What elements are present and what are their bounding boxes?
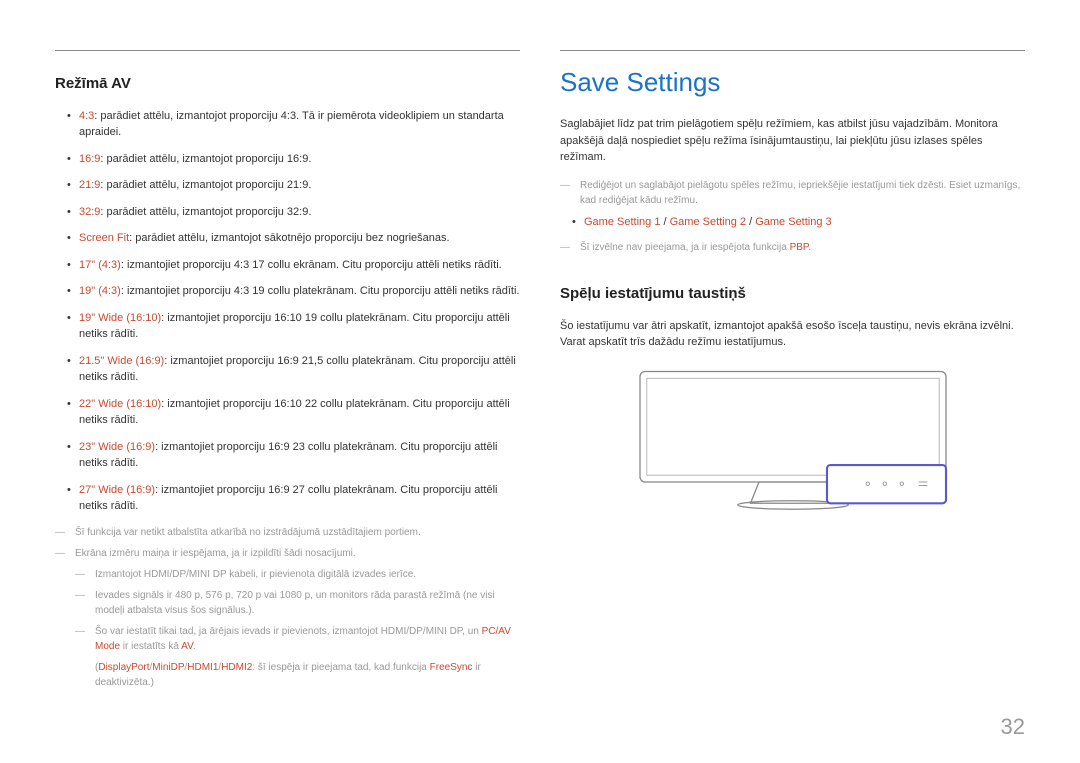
list-item: Game Setting 1 / Game Setting 2 / Game S…: [572, 214, 1025, 231]
right-notes-2: Šī izvēlne nav pieejama, ja ir iespējota…: [560, 240, 1025, 255]
txt: ir iestatīts kā: [120, 641, 181, 652]
monitor-illustration: [560, 363, 1025, 533]
kw: HDMI1: [187, 662, 218, 673]
txt: : izmantojiet proporciju 4:3 19 collu pl…: [121, 285, 520, 297]
left-column: Režīmā AV 4:3: parādiet attēlu, izmantoj…: [55, 50, 520, 696]
kw: 22" Wide (16:10): [79, 398, 161, 410]
list-item: 27" Wide (16:9): izmantojiet proporciju …: [67, 482, 520, 515]
list-item: 19" (4:3): izmantojiet proporciju 4:3 19…: [67, 283, 520, 300]
kw: Game Setting 1: [584, 216, 660, 228]
list-item: 22" Wide (16:10): izmantojiet proporciju…: [67, 396, 520, 429]
txt: .: [808, 242, 811, 253]
save-settings-heading: Save Settings: [560, 63, 1025, 102]
list-item: 21.5" Wide (16:9): izmantojiet proporcij…: [67, 353, 520, 386]
list-item: 32:9: parādiet attēlu, izmantojot propor…: [67, 204, 520, 221]
sub-note-item: Šo var iestatīt tikai tad, ja ārējais ie…: [75, 624, 520, 690]
game-key-intro: Šo iestatījumu var ātri apskatīt, izmant…: [560, 318, 1025, 351]
footnotes: Šī funkcija var netikt atbalstīta atkarī…: [55, 525, 520, 690]
note-item: Šī funkcija var netikt atbalstīta atkarī…: [55, 525, 520, 540]
sub-note-item: Ievades signāls ir 480 p, 576 p, 720 p v…: [75, 588, 520, 618]
txt: : parādiet attēlu, izmantojot proporciju…: [100, 179, 311, 191]
game-key-section: Spēļu iestatījumu taustiņš Šo iestatījum…: [560, 283, 1025, 533]
kw: MiniDP: [152, 662, 184, 673]
txt: : parādiet attēlu, izmantojot proporciju…: [100, 206, 311, 218]
kw: PBP: [790, 242, 809, 253]
list-item: Screen Fit: parādiet attēlu, izmantojot …: [67, 230, 520, 247]
note-item: Šī izvēlne nav pieejama, ja ir iespējota…: [560, 240, 1025, 255]
kw: 17" (4:3): [79, 259, 121, 271]
page-number: 32: [1001, 710, 1025, 743]
sub-paren: (DisplayPort/MiniDP/HDMI1/HDMI2: šī iesp…: [95, 660, 520, 690]
kw: FreeSync: [430, 662, 473, 673]
game-key-heading: Spēļu iestatījumu taustiņš: [560, 283, 1025, 306]
note-item: Ekrāna izmēru maiņa ir iespējama, ja ir …: [55, 546, 520, 690]
kw: Game Setting 2: [670, 216, 746, 228]
list-item: 19" Wide (16:10): izmantojiet proporciju…: [67, 310, 520, 343]
monitor-icon: [623, 363, 963, 533]
ratio-list: 4:3: parādiet attēlu, izmantojot proporc…: [55, 108, 520, 515]
kw: HDMI2: [221, 662, 252, 673]
kw: 23" Wide (16:9): [79, 441, 155, 453]
kw: 21.5" Wide (16:9): [79, 355, 164, 367]
note-item: Rediģējot un saglabājot pielāgotu spēles…: [560, 178, 1025, 208]
txt: Šī izvēlne nav pieejama, ja ir iespējota…: [580, 242, 790, 253]
kw: 19" (4:3): [79, 285, 121, 297]
kw: 19" Wide (16:10): [79, 312, 161, 324]
kw: 21:9: [79, 179, 100, 191]
txt: Šo var iestatīt tikai tad, ja ārējais ie…: [95, 626, 482, 637]
intro-paragraph: Saglabājiet līdz pat trim pielāgotiem sp…: [560, 116, 1025, 166]
right-notes-1: Rediģējot un saglabājot pielāgotu spēles…: [560, 178, 1025, 208]
av-mode-heading: Režīmā AV: [55, 73, 520, 96]
right-column: Save Settings Saglabājiet līdz pat trim …: [560, 50, 1025, 696]
list-item: 16:9: parādiet attēlu, izmantojot propor…: [67, 151, 520, 168]
kw: DisplayPort: [98, 662, 149, 673]
list-item: 21:9: parādiet attēlu, izmantojot propor…: [67, 177, 520, 194]
list-item: 23" Wide (16:9): izmantojiet proporciju …: [67, 439, 520, 472]
kw: AV: [181, 641, 193, 652]
kw: 4:3: [79, 110, 94, 122]
kw: 16:9: [79, 153, 100, 165]
page-content: Režīmā AV 4:3: parādiet attēlu, izmantoj…: [55, 50, 1025, 696]
txt: .: [193, 641, 196, 652]
sep: /: [746, 216, 755, 228]
txt: : parādiet attēlu, izmantojot proporciju…: [79, 110, 504, 139]
list-item: 17" (4:3): izmantojiet proporciju 4:3 17…: [67, 257, 520, 274]
txt: : parādiet attēlu, izmantojot sākotnējo …: [129, 232, 449, 244]
kw: Screen Fit: [79, 232, 129, 244]
sub-notes: Izmantojot HDMI/DP/MINI DP kabeli, ir pi…: [75, 567, 520, 690]
txt: : parādiet attēlu, izmantojot proporciju…: [100, 153, 311, 165]
kw: Game Setting 3: [755, 216, 831, 228]
game-settings-list: Game Setting 1 / Game Setting 2 / Game S…: [560, 214, 1025, 231]
kw: 32:9: [79, 206, 100, 218]
txt: : izmantojiet proporciju 4:3 17 collu ek…: [121, 259, 502, 271]
txt: : šī iespēja ir pieejama tad, kad funkci…: [252, 662, 429, 673]
sep: /: [660, 216, 669, 228]
sub-note-item: Izmantojot HDMI/DP/MINI DP kabeli, ir pi…: [75, 567, 520, 582]
list-item: 4:3: parādiet attēlu, izmantojot proporc…: [67, 108, 520, 141]
note-text: Ekrāna izmēru maiņa ir iespējama, ja ir …: [75, 548, 356, 559]
kw: 27" Wide (16:9): [79, 484, 155, 496]
